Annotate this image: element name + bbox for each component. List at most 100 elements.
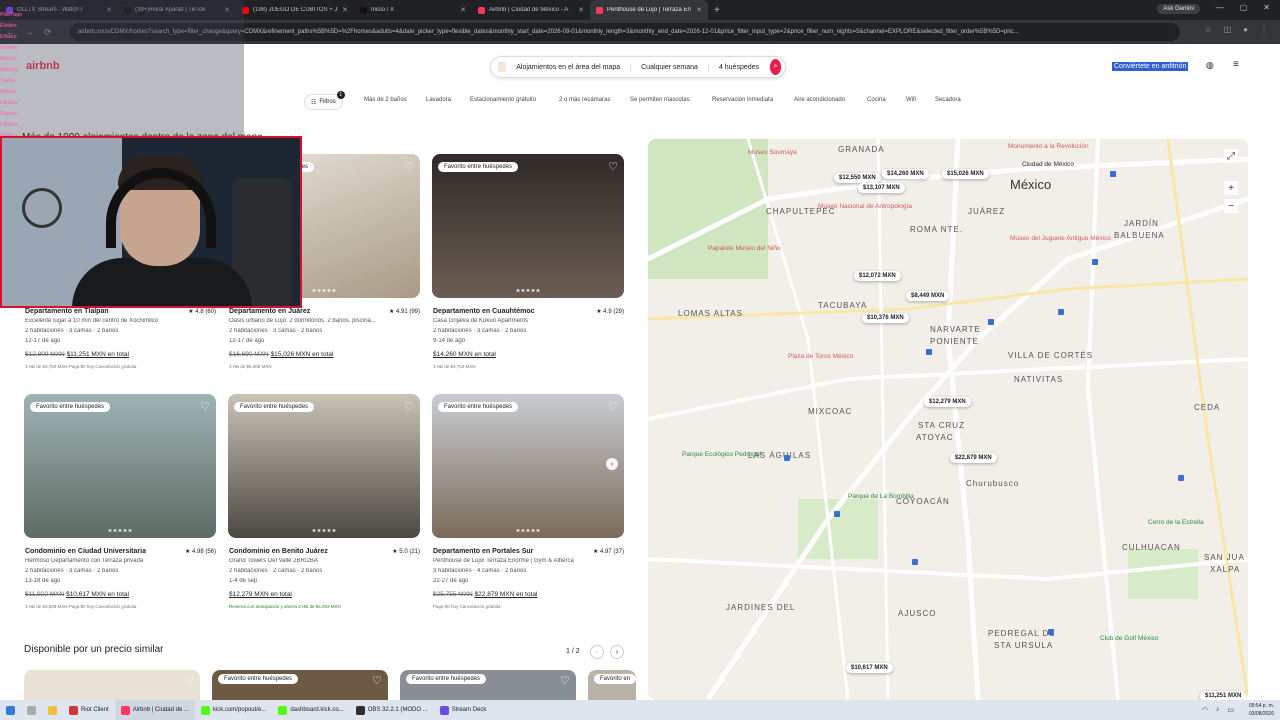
taskbar-app[interactable]: Stream Deck (434, 700, 493, 720)
price-pin[interactable]: $8,449 MXN (906, 291, 950, 301)
heart-icon[interactable]: ♡ (404, 400, 414, 413)
similar-card[interactable]: Favorito entre huéspedes ♡ (212, 670, 388, 700)
filter-chip[interactable]: Más de 2 baños (364, 97, 407, 103)
filter-chip[interactable]: Se permiten mascotas (630, 97, 690, 103)
price-pin[interactable]: $12,279 MXN (924, 397, 971, 407)
tab-favicon (360, 6, 367, 14)
search-icon[interactable]: ⌕ (770, 59, 781, 75)
listing-price[interactable]: $14,260 MXN en total (433, 351, 496, 358)
files-icon[interactable] (42, 700, 63, 720)
similar-price-heading: Disponible por un precio similar (24, 644, 164, 655)
price-pin[interactable]: $10,617 MXN (846, 663, 893, 673)
listing-price[interactable]: $12,809 MXN $11,251 MXN en total (25, 351, 129, 358)
taskbar-app[interactable]: kick.com/popout/e... (195, 700, 272, 720)
gemini-button[interactable]: Ask Gemini (1157, 4, 1200, 14)
similar-card[interactable]: Favorito entre huéspedes ♡ (400, 670, 576, 700)
search-who[interactable]: 4 huéspedes (709, 63, 771, 71)
search-taskbar-icon[interactable] (21, 700, 42, 720)
taskbar-app[interactable]: Riot Client (63, 700, 115, 720)
price-pin[interactable]: $12,550 MXN (834, 173, 881, 183)
listing-photo[interactable] (432, 154, 624, 298)
price-details: 3 HB de $3,539 MXN Paga $0 hoy Cancelaci… (25, 604, 137, 609)
heart-icon[interactable]: ♡ (200, 400, 210, 413)
new-tab-button[interactable]: + (708, 5, 726, 16)
map-area-icon (498, 62, 507, 72)
map-label: CEDA (1194, 403, 1221, 412)
price-pin[interactable]: $15,026 MXN (942, 169, 989, 179)
close-icon[interactable]: ✕ (460, 6, 466, 14)
filter-chip[interactable]: Cocina (867, 97, 886, 103)
price-pin[interactable]: $22,879 MXN (950, 453, 997, 463)
price-pin[interactable]: $14,260 MXN (882, 169, 929, 179)
heart-icon[interactable]: ♡ (608, 400, 618, 413)
battery-icon[interactable]: ▭ (1227, 706, 1234, 714)
browser-tab[interactable]: Inicio / X ✕ (354, 0, 472, 20)
filter-chip[interactable]: Reservación inmediata (712, 97, 773, 103)
zoom-out-icon[interactable]: − (1224, 199, 1238, 213)
become-host-link[interactable]: Conviértete en anfitrión (1112, 62, 1189, 71)
next-page-icon[interactable]: › (610, 645, 624, 659)
tab-favicon (478, 6, 485, 14)
listing-photo[interactable] (24, 394, 216, 538)
search-where[interactable]: Alojamientos en el área del mapa (506, 63, 632, 71)
close-icon[interactable]: ✕ (696, 6, 702, 14)
price-pin[interactable]: $11,251 MXN (1200, 691, 1247, 700)
extensions-icon[interactable]: ◫ (1224, 25, 1232, 34)
listing-photo[interactable] (432, 394, 624, 538)
start-icon[interactable] (0, 700, 21, 720)
listing-price[interactable]: $11,922 MXN $10,617 MXN en total (25, 591, 129, 598)
listing-price[interactable]: $25,755 MXN $22,879 MXN en total (433, 591, 537, 598)
minimize-icon[interactable]: — (1216, 3, 1224, 12)
taskbar-app[interactable]: Airbnb | Ciudad de ... (114, 700, 195, 720)
listing-photo[interactable] (228, 394, 420, 538)
listing-price[interactable]: $16,690 MXN $15,026 MXN en total (229, 351, 333, 358)
browser-tab[interactable]: (198) JUEGO DE CUBITOS + JUE ✕ (236, 0, 354, 20)
filter-chip[interactable]: Aire acondicionado (794, 97, 845, 103)
browser-tab-active[interactable]: Penthouse de Lujo | Terraza En ✕ (590, 0, 708, 20)
taskbar-app[interactable]: dashboard.kick.co... (272, 700, 349, 720)
filter-chip[interactable]: 2 o más recámaras (559, 97, 610, 103)
heart-icon[interactable]: ♡ (184, 674, 194, 687)
price-pin[interactable]: $12,072 MXN (854, 271, 901, 281)
menu-dots-icon[interactable]: ⋮ (1260, 25, 1268, 34)
search-bar[interactable]: Alojamientos en el área del mapa Cualqui… (490, 56, 786, 78)
zoom-in-icon[interactable]: + (1224, 181, 1238, 195)
listing-description: Grand Towers Del Valle 2BR/2BA (229, 558, 318, 564)
filter-chip[interactable]: Secadora (935, 97, 961, 103)
filters-button[interactable]: ☷ Filtros 1 (304, 91, 345, 110)
next-photo-icon[interactable]: › (606, 458, 618, 470)
globe-icon[interactable]: ◍ (1206, 60, 1214, 71)
hamburger-menu-icon[interactable]: ≡ (1233, 59, 1239, 70)
taskbar-app[interactable]: OBS 32.2.1 (MODO ... (350, 700, 434, 720)
guest-favorite-badge: Favorito en (594, 674, 636, 684)
map[interactable]: GRANADA México CHAPULTEPEC ROMA NTE. JUÁ… (648, 139, 1248, 700)
fullscreen-icon[interactable]: ⤢ (1224, 149, 1238, 163)
heart-icon[interactable]: ♡ (404, 160, 414, 173)
bookmark-star-icon[interactable]: ☆ (1204, 25, 1211, 34)
similar-card[interactable]: ♡ (24, 670, 200, 700)
clock[interactable]: 09:54 p. m. 03/08/2026 (1249, 702, 1274, 718)
maximize-icon[interactable]: ▢ (1240, 3, 1248, 12)
listing-rating: ★ 4.97 (37) (592, 549, 624, 555)
photo-image (432, 154, 624, 298)
volume-icon[interactable]: ♪ (1216, 706, 1220, 714)
filter-chip[interactable]: Lavadora (426, 97, 451, 103)
heart-icon[interactable]: ♡ (372, 674, 382, 687)
listing-price[interactable]: $12,279 MXN en total (229, 591, 292, 598)
profile-icon[interactable]: ● (1243, 25, 1248, 34)
close-window-icon[interactable]: ✕ (1263, 3, 1270, 12)
similar-card[interactable]: Favorito en (588, 670, 636, 700)
prev-page-icon[interactable]: ‹ (590, 645, 604, 659)
listing-description: Penthouse de Lujo! Terraza Enorme | Gym … (433, 558, 574, 564)
close-icon[interactable]: ✕ (578, 6, 584, 14)
price-pin[interactable]: $10,376 MXN (862, 313, 909, 323)
price-pin[interactable]: $13,107 MXN (858, 183, 905, 193)
wifi-icon[interactable]: ◠ (1202, 706, 1208, 714)
heart-icon[interactable]: ♡ (608, 160, 618, 173)
filter-chip[interactable]: Wifi (906, 97, 916, 103)
search-when[interactable]: Cualquier semana (631, 63, 709, 71)
close-icon[interactable]: ✕ (342, 6, 348, 14)
browser-tab[interactable]: Airbnb | Ciudad de México - A ✕ (472, 0, 590, 20)
heart-icon[interactable]: ♡ (560, 674, 570, 687)
filter-chip[interactable]: Estacionamiento gratuito (470, 97, 536, 103)
